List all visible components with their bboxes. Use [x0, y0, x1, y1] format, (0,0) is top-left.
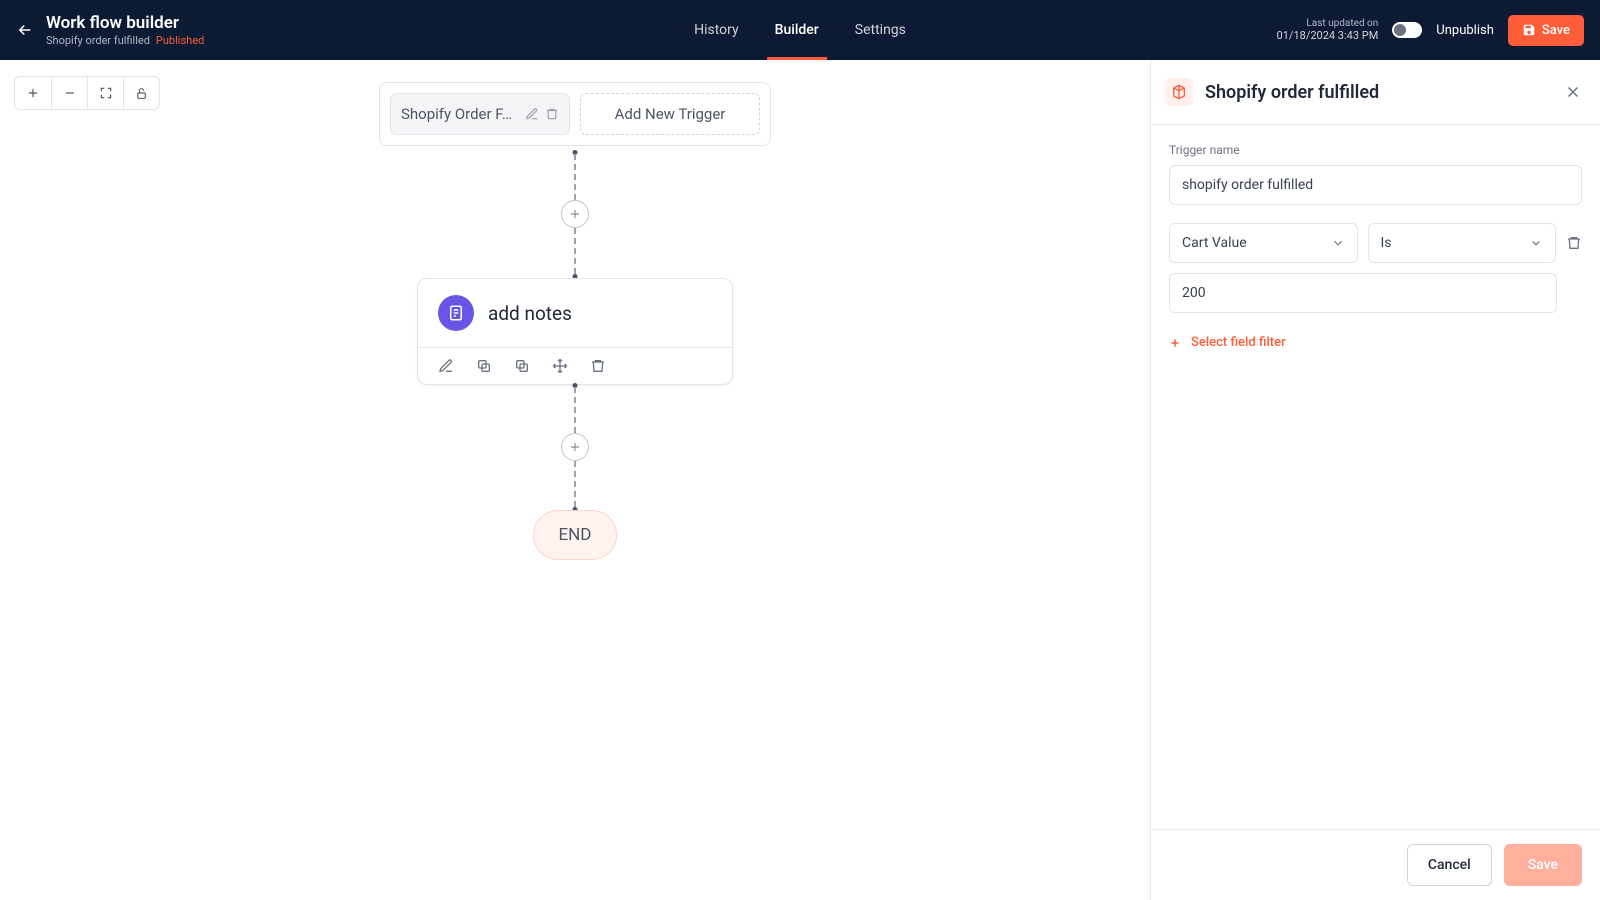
- save-button[interactable]: Save: [1508, 15, 1584, 46]
- node-title: add notes: [488, 302, 572, 325]
- edit-icon[interactable]: [525, 107, 539, 121]
- delete-icon[interactable]: [545, 107, 559, 121]
- note-icon: [438, 295, 474, 331]
- lock-button[interactable]: [123, 77, 159, 109]
- add-node-button[interactable]: [561, 433, 589, 461]
- add-filter-label: Select field filter: [1191, 335, 1286, 350]
- header-left: Work flow builder Shopify order fulfille…: [16, 13, 204, 47]
- close-icon[interactable]: [1564, 83, 1582, 101]
- save-icon: [1522, 23, 1536, 37]
- canvas[interactable]: Shopify Order F… Add New Trigger add not…: [0, 60, 1150, 900]
- last-updated: Last updated on 01/18/2024 3:43 PM: [1277, 18, 1379, 42]
- trigger-chip-label: Shopify Order F…: [401, 105, 519, 123]
- flow-line: [574, 461, 576, 507]
- add-node-button[interactable]: [561, 200, 589, 228]
- add-filter-button[interactable]: Select field filter: [1169, 335, 1582, 350]
- filter-op-value: Is: [1381, 235, 1392, 251]
- edit-icon[interactable]: [438, 358, 454, 374]
- flow-line: [574, 154, 576, 200]
- page-title: Work flow builder: [46, 13, 204, 33]
- trigger-chip[interactable]: Shopify Order F…: [390, 93, 570, 135]
- move-icon[interactable]: [552, 358, 568, 374]
- header-right: Last updated on 01/18/2024 3:43 PM Unpub…: [1277, 15, 1584, 46]
- end-node: END: [533, 510, 617, 560]
- flow-line: [574, 228, 576, 274]
- page-subtitle: Shopify order fulfilled: [46, 34, 150, 47]
- panel-body: Trigger name Cart Value Is Select field …: [1151, 125, 1600, 829]
- trigger-container: Shopify Order F… Add New Trigger: [379, 82, 771, 146]
- delete-icon[interactable]: [590, 358, 606, 374]
- filter-field-select[interactable]: Cart Value: [1169, 223, 1358, 263]
- delete-filter-icon[interactable]: [1566, 235, 1582, 251]
- last-updated-label: Last updated on: [1306, 18, 1378, 29]
- side-panel: Shopify order fulfilled Trigger name Car…: [1150, 60, 1600, 900]
- shopify-icon: [1165, 78, 1193, 106]
- trigger-name-input[interactable]: [1169, 165, 1582, 205]
- tab-settings[interactable]: Settings: [855, 0, 906, 60]
- publish-status: Published: [156, 34, 204, 47]
- header-title-block: Work flow builder Shopify order fulfille…: [46, 13, 204, 47]
- duplicate-icon[interactable]: [514, 358, 530, 374]
- node-actions: [418, 347, 732, 384]
- canvas-toolbar: [14, 76, 160, 110]
- panel-footer: Cancel Save: [1151, 829, 1600, 900]
- chevron-down-icon: [1529, 236, 1543, 250]
- panel-title: Shopify order fulfilled: [1205, 82, 1552, 103]
- plus-icon: [1169, 337, 1181, 349]
- trigger-name-label: Trigger name: [1169, 143, 1582, 157]
- node-header: add notes: [418, 279, 732, 347]
- zoom-out-button[interactable]: [51, 77, 87, 109]
- app-header: Work flow builder Shopify order fulfille…: [0, 0, 1600, 60]
- header-tabs: History Builder Settings: [694, 0, 906, 60]
- panel-header: Shopify order fulfilled: [1151, 60, 1600, 125]
- add-trigger-button[interactable]: Add New Trigger: [580, 93, 760, 135]
- tab-builder[interactable]: Builder: [775, 0, 819, 60]
- action-node[interactable]: add notes: [417, 278, 733, 385]
- fullscreen-button[interactable]: [87, 77, 123, 109]
- save-button-label: Save: [1542, 23, 1570, 38]
- filter-row: Cart Value Is: [1169, 223, 1582, 263]
- flow-line: [574, 387, 576, 433]
- zoom-in-button[interactable]: [15, 77, 51, 109]
- panel-save-button[interactable]: Save: [1504, 844, 1582, 886]
- publish-toggle[interactable]: [1392, 22, 1422, 38]
- filter-operator-select[interactable]: Is: [1368, 223, 1557, 263]
- chevron-down-icon: [1331, 236, 1345, 250]
- back-icon[interactable]: [16, 21, 34, 39]
- toggle-label: Unpublish: [1436, 23, 1494, 38]
- filter-value-input[interactable]: [1169, 273, 1557, 313]
- cancel-button[interactable]: Cancel: [1407, 844, 1492, 886]
- copy-icon[interactable]: [476, 358, 492, 374]
- filter-field-value: Cart Value: [1182, 235, 1247, 251]
- tab-history[interactable]: History: [694, 0, 739, 60]
- last-updated-date: 01/18/2024 3:43 PM: [1277, 29, 1379, 42]
